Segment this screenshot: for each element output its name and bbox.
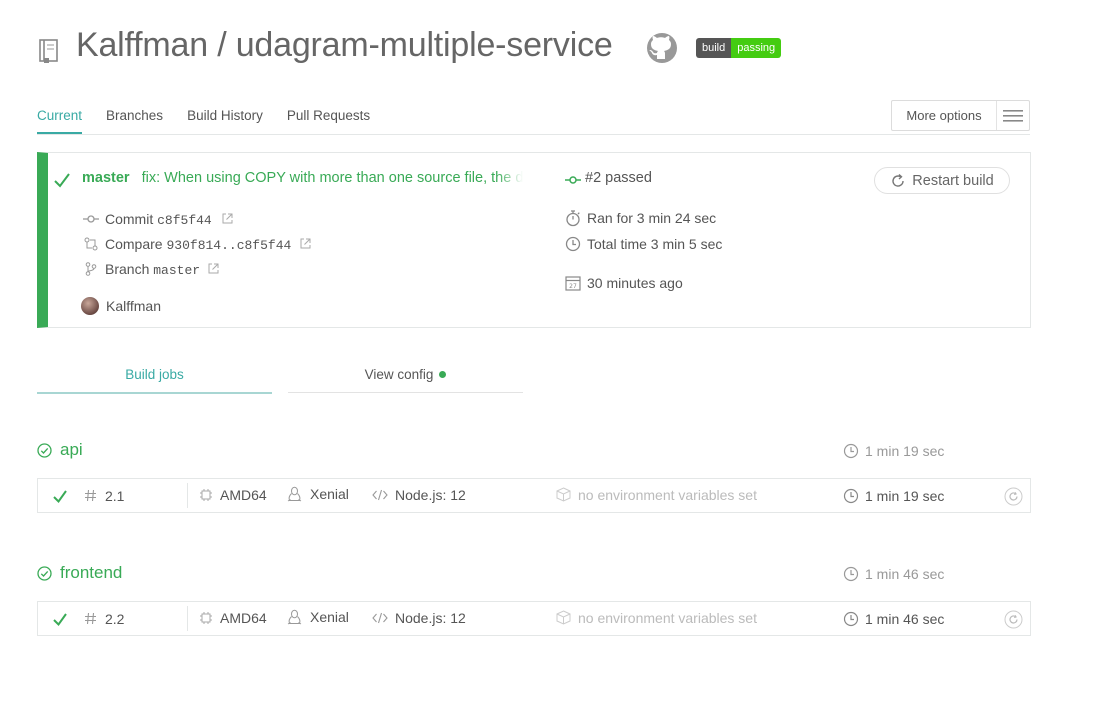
repository-icon [38, 38, 60, 64]
package-icon [556, 487, 571, 502]
job-duration: 1 min 46 sec [865, 611, 945, 627]
stage-passed-icon [37, 566, 52, 581]
total-time: Total time 3 min 5 sec [587, 236, 723, 252]
branch-value-link[interactable]: master [153, 263, 200, 278]
hash-icon [84, 489, 97, 502]
repository-title: Kalffman / udagram-multiple-service [76, 26, 613, 64]
commit-icon [83, 214, 99, 224]
github-icon[interactable] [646, 32, 678, 64]
job-duration: 1 min 19 sec [865, 488, 945, 504]
job-arch: AMD64 [220, 487, 267, 503]
restart-build-label: Restart build [912, 172, 994, 189]
commit-sha-link[interactable]: c8f5f44 [157, 213, 212, 228]
clock-icon [843, 611, 859, 627]
author-name: Kalffman [106, 298, 161, 314]
tab-view-config[interactable]: View config [288, 367, 523, 393]
clock-icon [843, 566, 859, 582]
linux-icon [287, 486, 302, 503]
finished-ago: 30 minutes ago [587, 275, 683, 291]
compare-row: Compare 930f814..c8f5f44 [105, 236, 291, 253]
job-number-link[interactable]: 2.2 [105, 611, 124, 627]
build-number-status[interactable]: #2 passed [585, 170, 652, 186]
job-env: no environment variables set [578, 487, 757, 503]
clock-icon [843, 443, 859, 459]
restart-job-icon[interactable] [1004, 487, 1023, 506]
linux-icon [287, 609, 302, 626]
calendar-day: 27 [569, 283, 577, 290]
tabs-divider [37, 134, 1030, 135]
clock-icon [843, 488, 859, 504]
code-icon [372, 489, 388, 501]
hamburger-icon[interactable] [997, 101, 1029, 130]
checkmark-icon [52, 488, 68, 504]
package-icon [556, 610, 571, 625]
tab-branches[interactable]: Branches [106, 108, 163, 134]
branch-icon [85, 262, 97, 276]
clock-icon [565, 236, 581, 252]
job-env: no environment variables set [578, 610, 757, 626]
stage-title-frontend: frontend [60, 563, 123, 582]
config-status-dot [439, 371, 447, 378]
calendar-icon: 27 [565, 275, 581, 291]
code-icon [372, 612, 388, 624]
branch-label: Branch [105, 261, 150, 277]
tab-build-history[interactable]: Build History [187, 108, 263, 134]
branch-row: Branch master [105, 261, 200, 278]
branch-name-link[interactable]: master [82, 170, 130, 186]
commit-row: Commit c8f5f44 [105, 211, 212, 228]
badge-status: passing [731, 38, 782, 58]
restart-build-button[interactable]: Restart build [874, 167, 1010, 194]
job-os: Xenial [310, 486, 349, 502]
column-divider [187, 606, 188, 631]
commit-message-link[interactable]: fix: When using COPY with more than one … [142, 170, 524, 186]
build-status-badge[interactable]: build passing [696, 38, 782, 58]
badge-label: build [696, 38, 732, 58]
job-language: Node.js: 12 [395, 610, 466, 626]
job-number-link[interactable]: 2.1 [105, 488, 124, 504]
restart-job-icon[interactable] [1004, 610, 1023, 629]
tab-pull-requests[interactable]: Pull Requests [287, 108, 370, 134]
checkmark-icon [53, 171, 71, 189]
stage-duration: 1 min 46 sec [865, 566, 945, 582]
compare-label: Compare [105, 236, 163, 252]
job-language: Node.js: 12 [395, 487, 466, 503]
avatar [81, 297, 99, 315]
external-link-icon[interactable] [222, 213, 233, 224]
external-link-icon[interactable] [300, 238, 311, 249]
commit-label: Commit [105, 211, 154, 227]
column-divider [187, 483, 188, 508]
tab-current[interactable]: Current [37, 108, 83, 134]
commit-icon [565, 175, 581, 185]
repo-tabs: Current Branches Build History Pull Requ… [37, 108, 394, 134]
more-options-label: More options [892, 101, 997, 130]
cpu-icon [199, 611, 213, 625]
stage-passed-icon [37, 443, 52, 458]
stopwatch-icon [565, 209, 581, 227]
cpu-icon [199, 488, 213, 502]
restart-icon [890, 173, 906, 189]
external-link-icon[interactable] [208, 263, 219, 274]
commit-headline: master fix: When using COPY with more th… [82, 170, 523, 186]
stage-title-api: api [60, 440, 83, 459]
tab-build-jobs[interactable]: Build jobs [37, 367, 272, 394]
job-os: Xenial [310, 609, 349, 625]
view-config-label: View config [364, 367, 434, 382]
ran-for: Ran for 3 min 24 sec [587, 210, 717, 226]
checkmark-icon [52, 611, 68, 627]
stage-duration: 1 min 19 sec [865, 443, 945, 459]
compare-icon [84, 237, 98, 251]
compare-range-link[interactable]: 930f814..c8f5f44 [166, 238, 291, 253]
hash-icon [84, 612, 97, 625]
more-options-button[interactable]: More options [891, 100, 1030, 131]
job-arch: AMD64 [220, 610, 267, 626]
